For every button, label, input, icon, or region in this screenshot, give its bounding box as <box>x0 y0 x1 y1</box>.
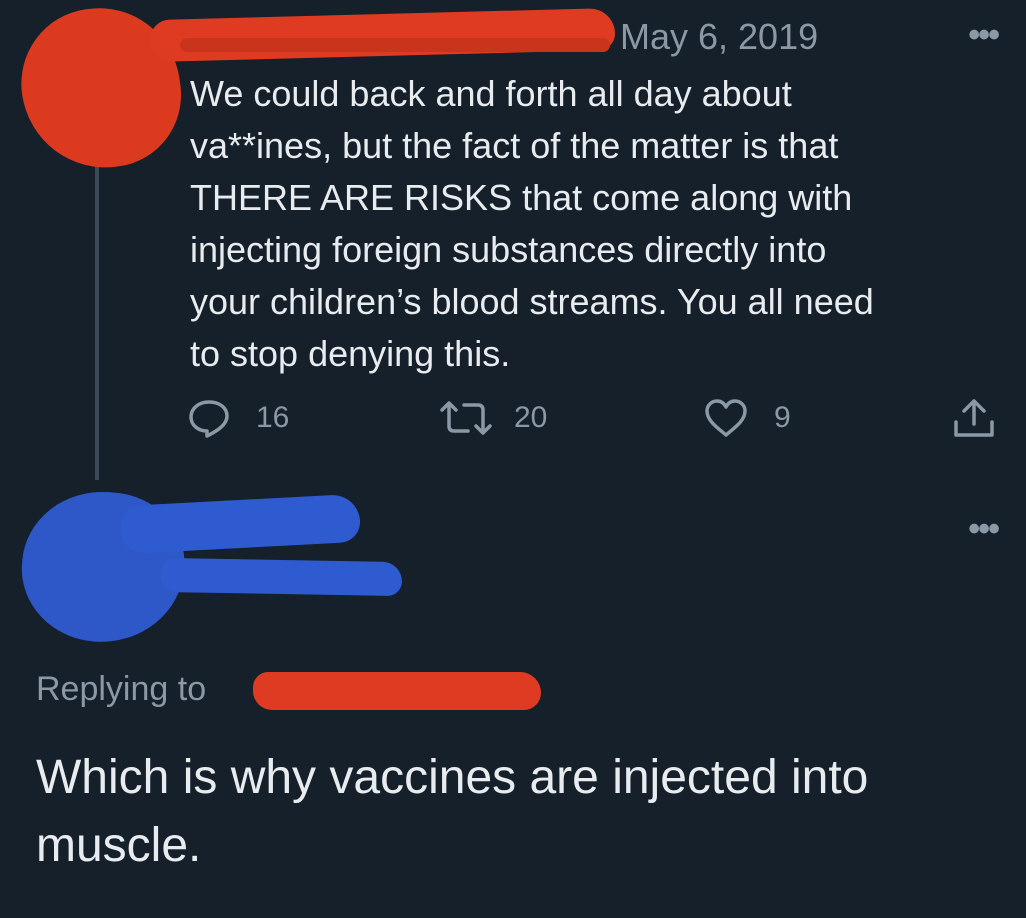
redacted-username-shadow <box>180 38 610 52</box>
tweet-text: We could back and forth all day about va… <box>190 73 874 374</box>
reply-text: Which is why vaccines are injected into … <box>36 751 869 872</box>
reply-button[interactable]: 16 <box>188 398 289 438</box>
thread-connector-line <box>95 150 99 480</box>
like-count: 9 <box>774 401 791 434</box>
tweet-date[interactable]: May 6, 2019 <box>620 16 818 58</box>
redacted-reply-handle <box>159 557 403 597</box>
reply-count: 16 <box>256 401 290 434</box>
share-button[interactable] <box>952 398 996 438</box>
redacted-replying-to-handle[interactable] <box>253 672 541 710</box>
replying-to-label: Replying to <box>36 670 207 708</box>
more-options-icon[interactable]: ••• <box>968 18 1000 52</box>
redacted-username <box>149 7 616 63</box>
reply-more-options-icon[interactable]: ••• <box>968 512 1000 546</box>
reply-icon <box>189 400 229 438</box>
retweet-icon <box>440 401 492 435</box>
share-icon <box>954 399 994 437</box>
redacted-reply-username <box>118 493 362 555</box>
like-button[interactable]: 9 <box>704 398 791 438</box>
retweet-count: 20 <box>514 401 548 434</box>
heart-icon <box>705 399 747 437</box>
retweet-button[interactable]: 20 <box>438 398 547 438</box>
